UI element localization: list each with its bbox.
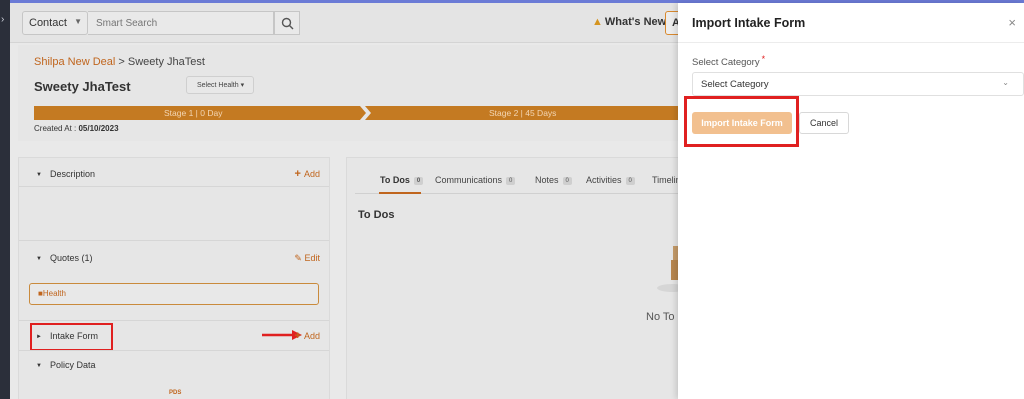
stage-chevron-divider (360, 106, 371, 120)
policy-data-label: Policy Data (49, 360, 96, 370)
empty-box-icon (657, 246, 678, 292)
close-icon[interactable]: × (1008, 15, 1016, 30)
stage-1-label[interactable]: Stage 1 | 0 Day (164, 108, 222, 118)
breadcrumb: Shilpa New Deal > Sweety JhaTest (34, 56, 205, 68)
tab-communications-label: Communications (435, 175, 503, 185)
stage-2-label[interactable]: Stage 2 | 45 Days (489, 108, 556, 118)
top-header: Contact ▼ ▲What's New A (10, 3, 678, 43)
divider (19, 350, 329, 351)
created-at-label: Created At : (34, 124, 77, 133)
tab-to-dos-label: To Dos (380, 175, 410, 185)
tab-timeline-label: Timeline (652, 175, 678, 185)
quotes-edit-label: Edit (304, 253, 320, 263)
health-select-label: Select Health (197, 82, 239, 89)
created-at-date: 05/10/2023 (78, 124, 119, 133)
pencil-icon: ✎ (294, 253, 302, 263)
plus-icon: + (294, 330, 301, 342)
import-intake-form-drawer: Import Intake Form × Select Category * Se… (678, 3, 1024, 399)
activity-card: To Dos 0 Communications 0 Notes 0 Activitie… (346, 157, 678, 399)
caret-down-icon: ▼ (36, 256, 42, 262)
whats-new-label: What's New (604, 16, 667, 28)
import-button-highlight (684, 96, 799, 147)
details-card: ▼ Description + Add ▼ Quotes (1) ✎ Edit ■He… (18, 157, 330, 399)
tab-count-badge: 0 (625, 177, 635, 185)
plus-icon: + (294, 168, 301, 180)
cancel-button[interactable]: Cancel (799, 112, 849, 134)
contact-type-select[interactable]: Contact ▼ (22, 11, 88, 35)
divider (19, 240, 329, 241)
whats-new-link[interactable]: ▲ What's New (592, 16, 666, 28)
drawer-title: Import Intake Form (692, 16, 806, 30)
tab-count-badge: 0 (506, 177, 516, 185)
intake-form-highlight (30, 323, 113, 351)
policy-data-section-toggle[interactable]: ▼ Policy Data (36, 360, 95, 370)
tab-notes-label: Notes (535, 175, 559, 185)
tab-communications[interactable]: Communications 0 (435, 175, 516, 185)
todos-section-title: To Dos (358, 209, 395, 221)
intake-form-add-label: Add (303, 331, 320, 341)
quotes-edit-button[interactable]: ✎ Edit (294, 253, 320, 264)
header-add-button[interactable]: A (665, 11, 678, 35)
breadcrumb-separator: > (118, 56, 125, 68)
category-select[interactable]: Select Category ⌄ (692, 72, 1024, 96)
intake-form-add-button[interactable]: + Add (295, 330, 320, 342)
flame-icon: ▲ (592, 16, 603, 28)
empty-state-text: No To D (646, 311, 678, 323)
stage-progress-bar: Stage 1 | 0 Day Stage 2 | 45 Days (34, 106, 678, 120)
smart-search-input[interactable] (88, 11, 274, 35)
chevron-down-icon: ⌄ (1002, 78, 1009, 87)
search-button[interactable] (274, 11, 300, 35)
divider (19, 186, 329, 187)
search-icon (281, 17, 294, 30)
tab-count-badge: 0 (413, 177, 424, 185)
category-label-text: Select Category (692, 57, 760, 68)
tab-to-dos[interactable]: To Dos 0 (380, 175, 424, 185)
background-app: Contact ▼ ▲What's New A Shilpa New Deal … (10, 3, 678, 399)
tab-notes[interactable]: Notes 0 (535, 175, 572, 185)
caret-down-icon: ▼ (36, 172, 42, 178)
created-at: Created At : 05/10/2023 (34, 124, 119, 133)
description-section-toggle[interactable]: ▼ Description (36, 169, 95, 179)
tab-activities[interactable]: Activities 0 (586, 175, 635, 185)
quote-item-label: Health (42, 289, 66, 298)
required-asterisk: * (761, 54, 766, 64)
description-label: Description (49, 169, 95, 179)
quotes-label: Quotes (1) (49, 253, 93, 263)
tab-timeline[interactable]: Timeline (652, 175, 678, 185)
divider (19, 320, 329, 321)
description-add-label: Add (303, 169, 320, 179)
expand-chevron-icon[interactable]: › (1, 14, 4, 25)
breadcrumb-parent-link[interactable]: Shilpa New Deal (34, 56, 115, 68)
caret-down-icon: ▼ (36, 363, 42, 369)
health-select[interactable]: Select Health ▾ (186, 76, 254, 94)
deal-summary-panel: Shilpa New Deal > Sweety JhaTest Sweety … (18, 45, 678, 141)
deal-title: Sweety JhaTest (34, 79, 131, 94)
quotes-section-toggle[interactable]: ▼ Quotes (1) (36, 253, 92, 263)
activity-tabs: To Dos 0 Communications 0 Notes 0 Activitie… (355, 166, 678, 194)
left-rail: › (0, 0, 10, 399)
contact-type-label: Contact (29, 17, 67, 29)
quote-item-health[interactable]: ■Health (29, 283, 319, 305)
tab-count-badge: 0 (562, 177, 572, 185)
divider (678, 42, 1024, 43)
breadcrumb-current: Sweety JhaTest (127, 56, 205, 68)
description-add-button[interactable]: + Add (295, 168, 320, 180)
policy-logo: PDS (169, 390, 182, 396)
chevron-down-icon: ▼ (74, 17, 82, 26)
active-tab-indicator (379, 192, 421, 194)
category-select-value: Select Category (701, 79, 769, 90)
category-field-label: Select Category * (692, 54, 766, 68)
tab-activities-label: Activities (586, 175, 622, 185)
